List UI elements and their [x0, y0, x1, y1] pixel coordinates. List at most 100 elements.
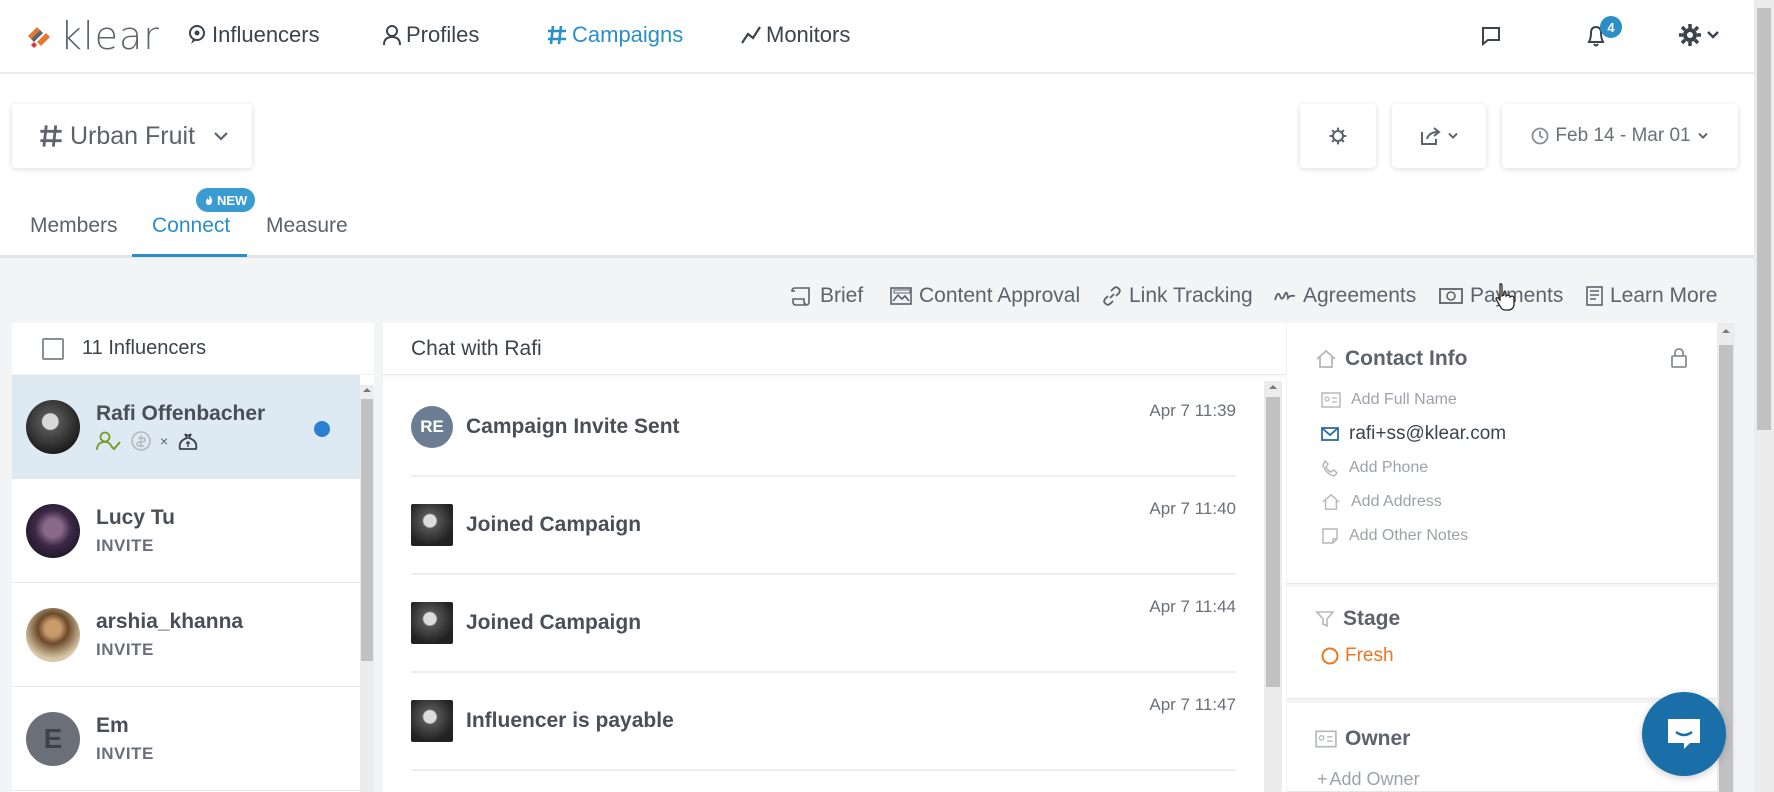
nav-profiles[interactable]: Profiles — [382, 22, 479, 48]
add-other-notes-label: Add Other Notes — [1349, 527, 1469, 544]
event-title: Joined Campaign — [466, 611, 642, 634]
influencer-status: INVITE — [96, 743, 154, 763]
payments-label: Payments — [1470, 284, 1564, 307]
list-item[interactable]: arshia_khanna INVITE — [12, 583, 360, 687]
nav-influencers-label: Influencers — [212, 22, 320, 47]
add-full-name-label: Add Full Name — [1351, 391, 1457, 408]
influencer-list-header: 11 Influencers — [12, 323, 374, 375]
chat-event: Influencer is payable Apr 7 11:47 — [411, 673, 1236, 771]
content-approval-link[interactable]: Content Approval — [889, 284, 1080, 308]
hashtag-icon — [548, 25, 566, 45]
settings-menu[interactable] — [1678, 23, 1720, 47]
chat-event: Joined Campaign Apr 7 11:44 — [411, 575, 1236, 673]
campaign-settings-button[interactable] — [1300, 104, 1376, 168]
payment-coin-icon — [131, 430, 151, 451]
multiply-icon: × — [160, 432, 169, 449]
lock-icon[interactable] — [1669, 347, 1689, 369]
tab-connect[interactable]: Connect — [152, 214, 230, 238]
owner-title: Owner — [1345, 727, 1411, 750]
plus-icon: + — [1317, 769, 1328, 789]
nav-monitors[interactable]: Monitors — [740, 22, 850, 48]
flame-icon — [206, 195, 213, 205]
tab-members[interactable]: Members — [30, 214, 118, 238]
nav-campaigns[interactable]: Campaigns — [546, 22, 683, 48]
influencer-name: Em — [96, 713, 129, 737]
event-time: Apr 7 11:44 — [1149, 597, 1236, 616]
link-tracking-label: Link Tracking — [1129, 284, 1253, 307]
scrollbar-thumb[interactable] — [1757, 8, 1771, 430]
scrollbar-thumb[interactable] — [1266, 397, 1280, 687]
stage-value[interactable]: Fresh — [1321, 645, 1394, 667]
money-icon — [1439, 288, 1463, 304]
list-item[interactable]: Rafi Offenbacher × — [12, 375, 360, 479]
influencer-name: arshia_khanna — [96, 609, 244, 633]
tab-measure[interactable]: Measure — [266, 214, 348, 238]
email-field[interactable]: rafi+ss@klear.com — [1321, 423, 1506, 445]
home-icon — [1316, 349, 1336, 368]
agreements-label: Agreements — [1303, 284, 1417, 307]
add-owner-button[interactable]: + Add Owner — [1317, 769, 1420, 790]
gear-icon — [1679, 24, 1701, 46]
learn-more-link[interactable]: Learn More — [1584, 284, 1717, 308]
scroll-up-arrow-icon — [363, 388, 371, 392]
add-address-label: Add Address — [1351, 493, 1442, 510]
trend-line-icon — [741, 26, 761, 44]
avatar — [26, 607, 80, 662]
messages-icon[interactable] — [1480, 25, 1502, 52]
list-item[interactable]: E Em INVITE — [12, 687, 360, 791]
scroll-up-arrow-icon — [1269, 385, 1277, 389]
new-feature-badge: NEW — [196, 188, 256, 212]
chat-scrollbar[interactable] — [1264, 381, 1282, 792]
list-item[interactable]: Lucy Tu INVITE — [12, 479, 360, 583]
contact-info-title: Contact Info — [1345, 347, 1468, 370]
event-time: Apr 7 11:47 — [1149, 695, 1236, 714]
contact-info-card: Contact Info Add Full Name rafi+ss@klear… — [1287, 323, 1717, 584]
scrollbar-thumb[interactable] — [361, 399, 373, 661]
influencer-name: Rafi Offenbacher — [96, 401, 266, 425]
nav-campaigns-label: Campaigns — [572, 22, 684, 47]
nav-influencers[interactable]: Influencers — [186, 22, 320, 48]
hashtag-icon — [40, 125, 62, 147]
influencer-pin-icon — [189, 25, 205, 44]
agreements-link[interactable]: Agreements — [1273, 284, 1416, 308]
stage-card: Stage Fresh — [1287, 587, 1717, 699]
event-avatar: RE — [411, 406, 453, 448]
brief-label: Brief — [820, 284, 864, 307]
user-check-icon — [96, 431, 121, 450]
learn-more-label: Learn More — [1610, 284, 1718, 307]
add-phone-field[interactable]: Add Phone — [1321, 459, 1428, 477]
share-export-button[interactable] — [1392, 104, 1486, 168]
klear-logo[interactable]: klear — [24, 14, 160, 58]
stage-title: Stage — [1343, 607, 1401, 630]
date-range-picker[interactable]: Feb 14 - Mar 01 — [1502, 104, 1738, 168]
chat-event: RE Campaign Invite Sent Apr 7 11:39 — [411, 379, 1236, 477]
link-icon — [1103, 286, 1121, 306]
brief-link[interactable]: Brief — [790, 284, 863, 308]
campaign-name: Urban Fruit — [70, 121, 196, 150]
support-chat-button[interactable] — [1642, 692, 1726, 776]
money-bag-icon — [178, 432, 198, 450]
gear-icon — [1329, 127, 1347, 145]
note-icon — [1322, 528, 1338, 544]
add-owner-label: Add Owner — [1329, 769, 1420, 789]
owner-heading: Owner — [1315, 727, 1410, 751]
signature-icon — [1274, 291, 1296, 301]
select-all-checkbox[interactable] — [42, 337, 64, 360]
add-address-field[interactable]: Add Address — [1321, 493, 1442, 511]
link-tracking-link[interactable]: Link Tracking — [1101, 284, 1253, 308]
campaign-selector[interactable]: Urban Fruit — [12, 104, 252, 168]
influencer-list-scrollbar[interactable] — [360, 385, 374, 792]
chat-bubble-icon — [1668, 719, 1700, 749]
avatar — [26, 503, 80, 558]
nav-monitors-label: Monitors — [766, 22, 851, 47]
add-full-name-field[interactable]: Add Full Name — [1321, 391, 1457, 409]
image-icon — [890, 287, 912, 305]
add-other-notes-field[interactable]: Add Other Notes — [1321, 527, 1468, 545]
circle-icon — [1321, 647, 1339, 665]
event-title: Influencer is payable — [466, 709, 674, 732]
chat-event: Joined Campaign Apr 7 11:40 — [411, 477, 1236, 575]
chevron-down-icon — [214, 132, 228, 141]
influencer-count: 11 Influencers — [82, 337, 207, 359]
new-badge-label: NEW — [217, 192, 248, 208]
page-scrollbar[interactable] — [1754, 0, 1774, 792]
